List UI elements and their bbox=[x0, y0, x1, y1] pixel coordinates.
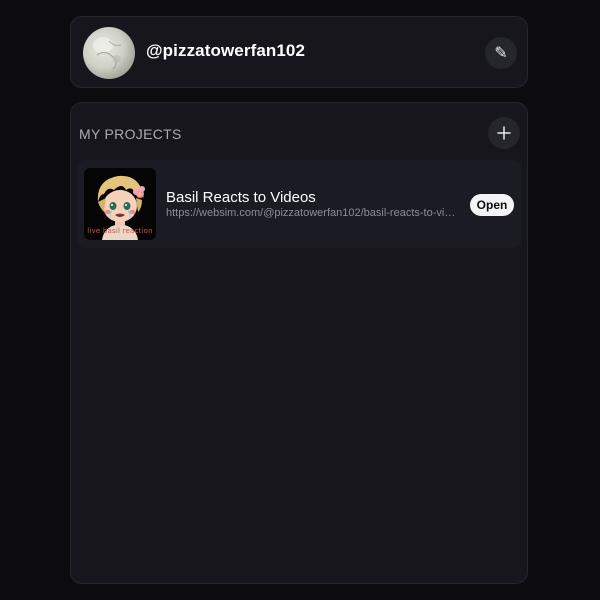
project-url: https://websim.com/@pizzatowerfan102/bas… bbox=[166, 207, 458, 219]
avatar[interactable] bbox=[83, 27, 135, 79]
avatar-image bbox=[93, 37, 122, 70]
edit-profile-button[interactable]: ✎ bbox=[485, 37, 517, 69]
profile-page: @pizzatowerfan102 ✎ MY PROJECTS live bas… bbox=[0, 0, 600, 600]
section-title: MY PROJECTS bbox=[79, 126, 182, 142]
project-item[interactable]: live basil reaction Basil Reacts to Vide… bbox=[77, 160, 521, 248]
project-title: Basil Reacts to Videos bbox=[166, 189, 316, 206]
projects-panel: MY PROJECTS live basil reaction Basil Re… bbox=[70, 102, 528, 584]
open-button[interactable]: Open bbox=[470, 194, 514, 216]
username: @pizzatowerfan102 bbox=[146, 41, 306, 60]
add-project-button[interactable] bbox=[488, 117, 520, 149]
plus-icon bbox=[497, 126, 511, 140]
project-thumbnail: live basil reaction bbox=[84, 168, 156, 240]
thumbnail-caption: live basil reaction bbox=[87, 227, 153, 235]
pencil-icon: ✎ bbox=[494, 45, 508, 62]
profile-card: @pizzatowerfan102 ✎ bbox=[70, 16, 528, 88]
